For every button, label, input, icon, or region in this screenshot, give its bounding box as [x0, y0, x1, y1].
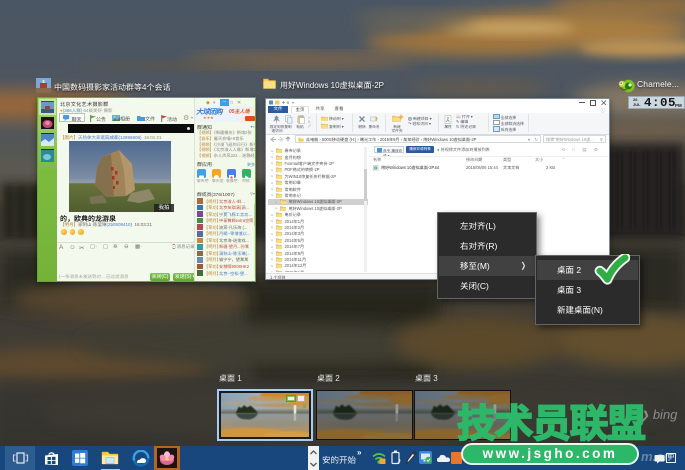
svg-text:▾: ▾: [292, 100, 294, 105]
